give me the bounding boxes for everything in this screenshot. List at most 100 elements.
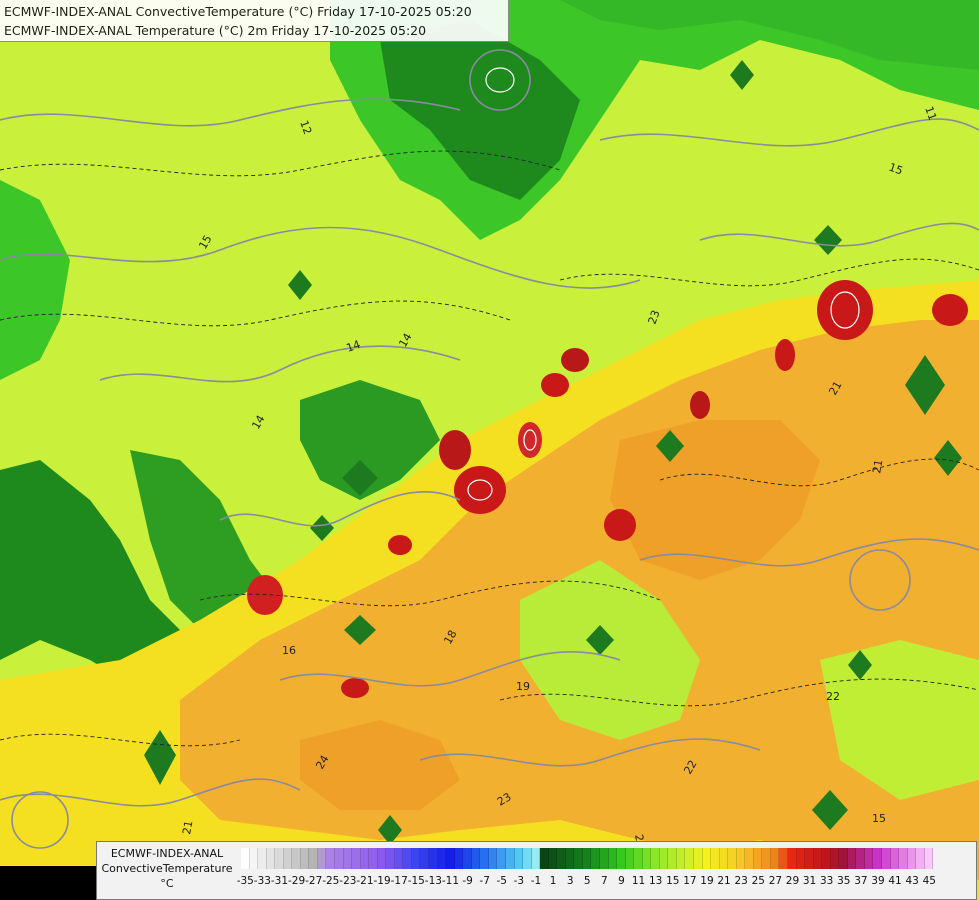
legend-swatch xyxy=(882,848,891,869)
legend-tick-label: 35 xyxy=(837,875,851,887)
legend-swatch xyxy=(856,848,865,869)
legend-swatch xyxy=(480,848,489,869)
legend-tick-label: 15 xyxy=(666,875,680,887)
legend-tick-label: 13 xyxy=(648,875,663,887)
legend-swatch xyxy=(796,848,806,869)
legend-swatch xyxy=(728,848,737,869)
legend-tick-label: 9 xyxy=(618,875,625,887)
legend-swatch xyxy=(813,848,823,869)
legend-tick-label: -21 xyxy=(356,875,374,887)
legend-swatch xyxy=(548,848,558,869)
legend-swatch xyxy=(599,848,609,869)
legend-swatch xyxy=(335,848,344,869)
red-cell xyxy=(518,422,542,458)
legend-swatch xyxy=(693,848,703,869)
legend-swatch xyxy=(565,848,575,869)
legend-tick-label: -19 xyxy=(373,875,391,887)
legend-tick-label: -29 xyxy=(287,875,306,887)
map-title-box: ECMWF-INDEX-ANAL ConvectiveTemperature (… xyxy=(0,0,509,42)
legend-tick-label: 45 xyxy=(922,875,936,887)
legend-swatch xyxy=(907,848,917,869)
legend-swatch xyxy=(805,848,814,869)
red-cell xyxy=(541,373,569,397)
legend-swatch xyxy=(523,848,532,869)
legend-swatch xyxy=(839,848,848,869)
legend-tick-label: -1 xyxy=(530,875,542,887)
legend-title-line-3: °C xyxy=(160,877,174,890)
legend-tick-label: -7 xyxy=(479,875,490,887)
legend-swatch xyxy=(241,848,250,869)
legend-tick-label: 11 xyxy=(631,875,646,887)
red-cell xyxy=(454,466,506,514)
legend-tick-label: 7 xyxy=(601,875,608,887)
legend-swatch xyxy=(916,848,925,869)
legend-swatch xyxy=(617,848,626,869)
legend-tick-label: -31 xyxy=(270,875,289,887)
red-cell xyxy=(561,348,589,372)
legend-swatch xyxy=(386,848,395,869)
legend-swatch xyxy=(463,848,472,869)
red-cell xyxy=(604,509,636,541)
contour-label: 16 xyxy=(282,644,296,657)
legend-swatch xyxy=(343,848,353,869)
legend-swatch xyxy=(753,848,763,869)
legend-tick-label: 37 xyxy=(854,875,868,887)
legend-swatch xyxy=(899,848,908,869)
legend-swatch xyxy=(394,848,404,869)
color-legend: ECMWF-INDEX-ANAL ConvectiveTemperature °… xyxy=(96,841,977,900)
legend-swatch xyxy=(634,848,643,869)
legend-swatch xyxy=(369,848,378,869)
red-cell xyxy=(775,339,795,371)
legend-swatch xyxy=(531,848,541,869)
legend-tick-label: 29 xyxy=(785,875,800,887)
legend-swatch xyxy=(454,848,464,869)
legend-swatch xyxy=(745,848,754,869)
legend-swatch xyxy=(317,848,327,869)
red-cell xyxy=(690,391,710,419)
legend-swatch xyxy=(275,848,284,869)
legend-swatch xyxy=(822,848,831,869)
legend-swatch xyxy=(283,848,293,869)
legend-tick-label: 1 xyxy=(549,875,557,887)
legend-tick-label: 25 xyxy=(751,875,765,887)
legend-swatch xyxy=(668,848,677,869)
legend-tick-label: -13 xyxy=(424,875,442,887)
legend-swatch xyxy=(429,848,438,869)
legend-tick-label: -27 xyxy=(305,875,323,887)
map-title-line-1: ECMWF-INDEX-ANAL ConvectiveTemperature (… xyxy=(4,4,472,19)
legend-tick-label: 27 xyxy=(768,875,783,887)
legend-tick-label: -9 xyxy=(462,875,473,887)
legend-swatch xyxy=(557,848,566,869)
legend-swatch xyxy=(326,848,336,869)
legend-swatch xyxy=(352,848,361,869)
legend-title-line-2: ConvectiveTemperature xyxy=(101,862,233,875)
legend-tick-label: -15 xyxy=(407,875,425,887)
weather-map[interactable]: 12 15 14 14 14 15 11 21 21 18 19 22 23 2… xyxy=(0,0,979,900)
legend-swatch xyxy=(685,848,694,869)
legend-swatch xyxy=(258,848,267,869)
legend-swatch xyxy=(711,848,720,869)
legend-swatch xyxy=(403,848,412,869)
legend-swatch xyxy=(770,848,780,869)
red-cell xyxy=(932,294,968,326)
red-cell xyxy=(817,280,873,340)
red-cell xyxy=(341,678,369,698)
legend-tick-label: -25 xyxy=(322,875,340,887)
contour-label: 21 xyxy=(180,819,195,835)
legend-swatch xyxy=(719,848,729,869)
legend-swatch xyxy=(847,848,857,869)
legend-swatch xyxy=(642,848,652,869)
legend-swatch xyxy=(736,848,746,869)
legend-swatch xyxy=(702,848,712,869)
red-cell xyxy=(439,430,471,470)
legend-swatch xyxy=(591,848,600,869)
legend-tick-label: 19 xyxy=(700,875,714,887)
legend-tick-label: 39 xyxy=(871,875,885,887)
legend-tick-label: 31 xyxy=(802,875,817,887)
legend-swatch xyxy=(608,848,618,869)
legend-tick-label: 5 xyxy=(583,875,591,887)
legend-swatch xyxy=(292,848,301,869)
legend-swatch xyxy=(309,848,318,869)
legend-swatch xyxy=(471,848,481,869)
legend-tick-label: -23 xyxy=(339,875,357,887)
